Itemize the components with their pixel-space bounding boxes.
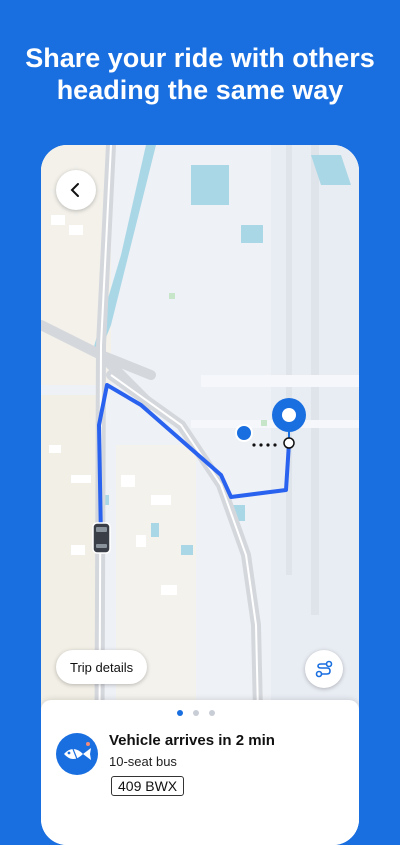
- chevron-left-icon: [70, 183, 79, 197]
- water: [181, 545, 193, 555]
- license-plate: 409 BWX: [111, 776, 185, 796]
- park: [261, 420, 267, 426]
- water: [151, 523, 159, 537]
- water: [191, 165, 229, 205]
- page-dot-active: [177, 710, 183, 716]
- car-icon: [92, 522, 111, 554]
- page-dot: [209, 710, 215, 716]
- user-location-icon: [235, 424, 253, 442]
- vehicle-info-sheet[interactable]: Vehicle arrives in 2 min 10-seat bus 409…: [41, 700, 359, 845]
- stop-marker: [283, 437, 295, 449]
- back-button[interactable]: [56, 170, 96, 210]
- arrival-text: Vehicle arrives in 2 min: [109, 732, 275, 749]
- runway: [286, 145, 292, 575]
- route-overview-button[interactable]: [305, 650, 343, 688]
- route-icon: [315, 660, 333, 678]
- vehicle-type: 10-seat bus: [109, 754, 177, 769]
- taxiway: [201, 375, 359, 387]
- promo-headline: Share your ride with others heading the …: [0, 42, 400, 106]
- park: [169, 293, 175, 299]
- page-dot: [193, 710, 199, 716]
- page-indicator: [177, 710, 215, 716]
- headline-line-1: Share your ride with others: [25, 43, 375, 73]
- headline-line-2: heading the same way: [56, 75, 344, 105]
- phone-screen: Trip details Vehicle arrives in 2 min 10…: [41, 145, 359, 845]
- trip-details-button[interactable]: Trip details: [56, 650, 148, 684]
- fish-logo-icon: [56, 733, 98, 775]
- water: [241, 225, 263, 243]
- trip-details-label: Trip details: [70, 659, 134, 675]
